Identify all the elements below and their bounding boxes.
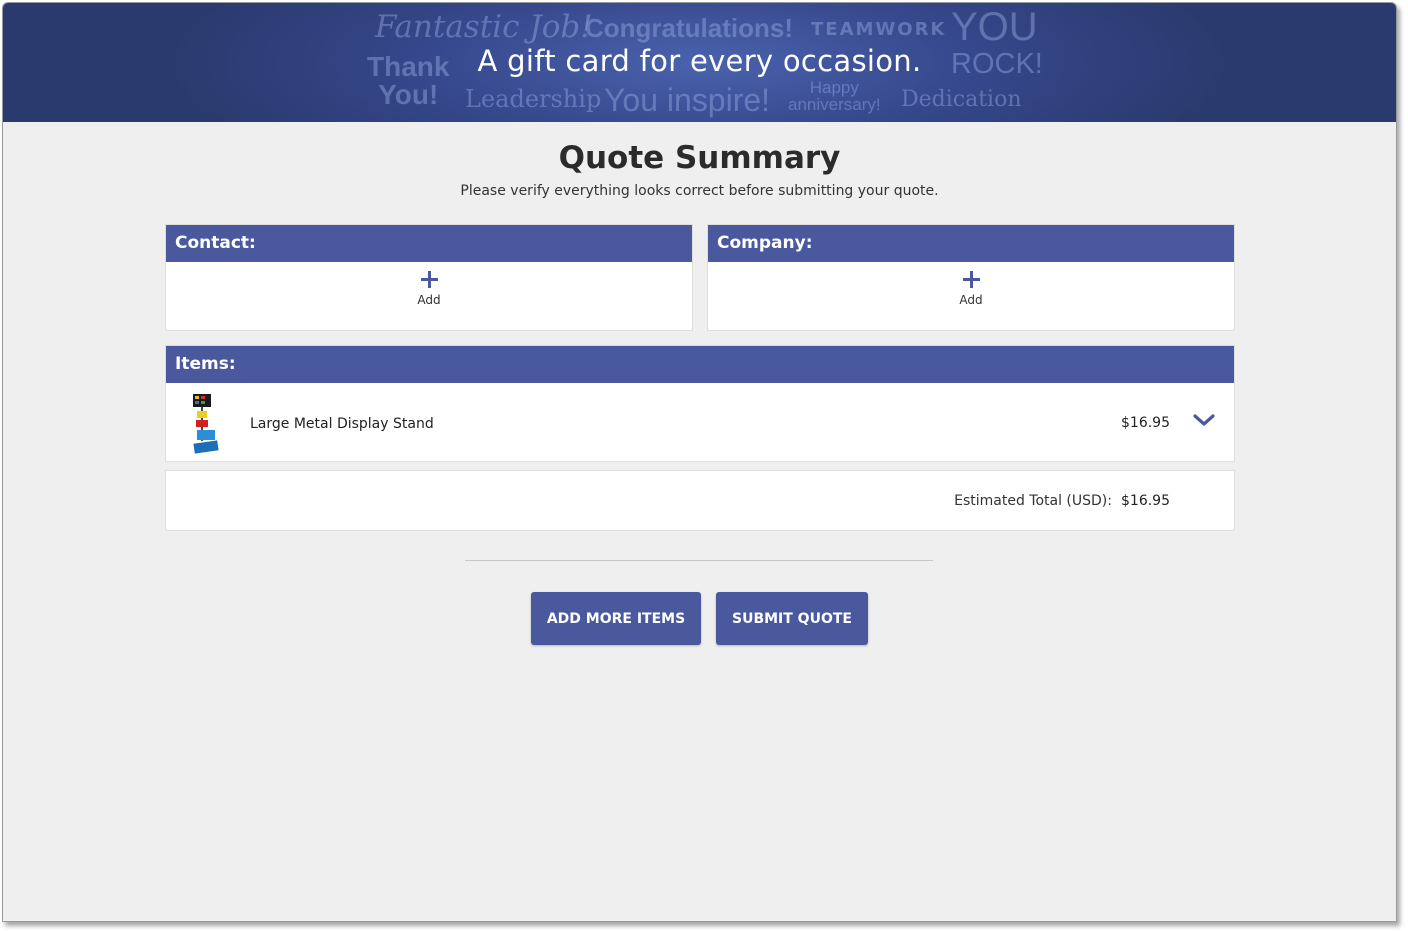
add-more-items-button[interactable]: ADD MORE ITEMS xyxy=(531,592,701,645)
banner-word-congratulations: Congratulations! xyxy=(585,13,793,43)
banner-word-fantastic: Fantastic Job! xyxy=(375,9,593,45)
items-heading: Items: xyxy=(166,346,1234,383)
banner-word-happy: Happy xyxy=(809,78,859,97)
item-name: Large Metal Display Stand xyxy=(250,416,434,432)
banner-word-dedication: Dedication xyxy=(901,87,1022,112)
totals-panel: Estimated Total (USD): $16.95 xyxy=(165,470,1235,531)
add-company-label: Add xyxy=(959,293,983,307)
item-price: $16.95 xyxy=(1121,415,1170,431)
estimated-total-label: Estimated Total (USD): xyxy=(954,493,1112,509)
banner-word-inspire: You inspire! xyxy=(604,82,771,118)
page-subtitle: Please verify everything looks correct b… xyxy=(460,183,939,199)
company-panel: Company: Add xyxy=(707,224,1235,331)
contact-panel: Contact: Add xyxy=(165,224,693,331)
banner-word-anniversary: anniversary! xyxy=(788,95,881,114)
plus-icon xyxy=(963,271,980,288)
display-stand-thumbnail xyxy=(193,394,219,454)
gift-card-banner: Fantastic Job! Congratulations! TEAMWORK… xyxy=(3,3,1396,122)
plus-icon xyxy=(421,271,438,288)
divider xyxy=(465,560,933,561)
add-contact-label: Add xyxy=(417,293,441,307)
page-title: Quote Summary xyxy=(558,140,841,176)
browser-window: Fantastic Job! Congratulations! TEAMWORK… xyxy=(2,2,1397,922)
banner-headline: A gift card for every occasion. xyxy=(477,44,922,78)
items-panel: Items: Large Metal Display Stand $16.95 xyxy=(165,345,1235,462)
add-company-button[interactable]: Add xyxy=(708,271,1234,307)
banner-word-happy-anniversary: Happy anniversary! xyxy=(788,79,881,113)
banner-word-thank-you-2: You! xyxy=(378,79,439,110)
submit-quote-button[interactable]: SUBMIT QUOTE xyxy=(716,592,868,645)
add-contact-button[interactable]: Add xyxy=(166,271,692,307)
company-heading: Company: xyxy=(708,225,1234,262)
estimated-total-value: $16.95 xyxy=(1121,493,1170,509)
banner-word-leadership: Leadership xyxy=(465,85,602,113)
banner-word-teamwork: TEAMWORK xyxy=(811,19,947,40)
contact-heading: Contact: xyxy=(166,225,692,262)
chevron-down-icon[interactable] xyxy=(1192,412,1216,428)
